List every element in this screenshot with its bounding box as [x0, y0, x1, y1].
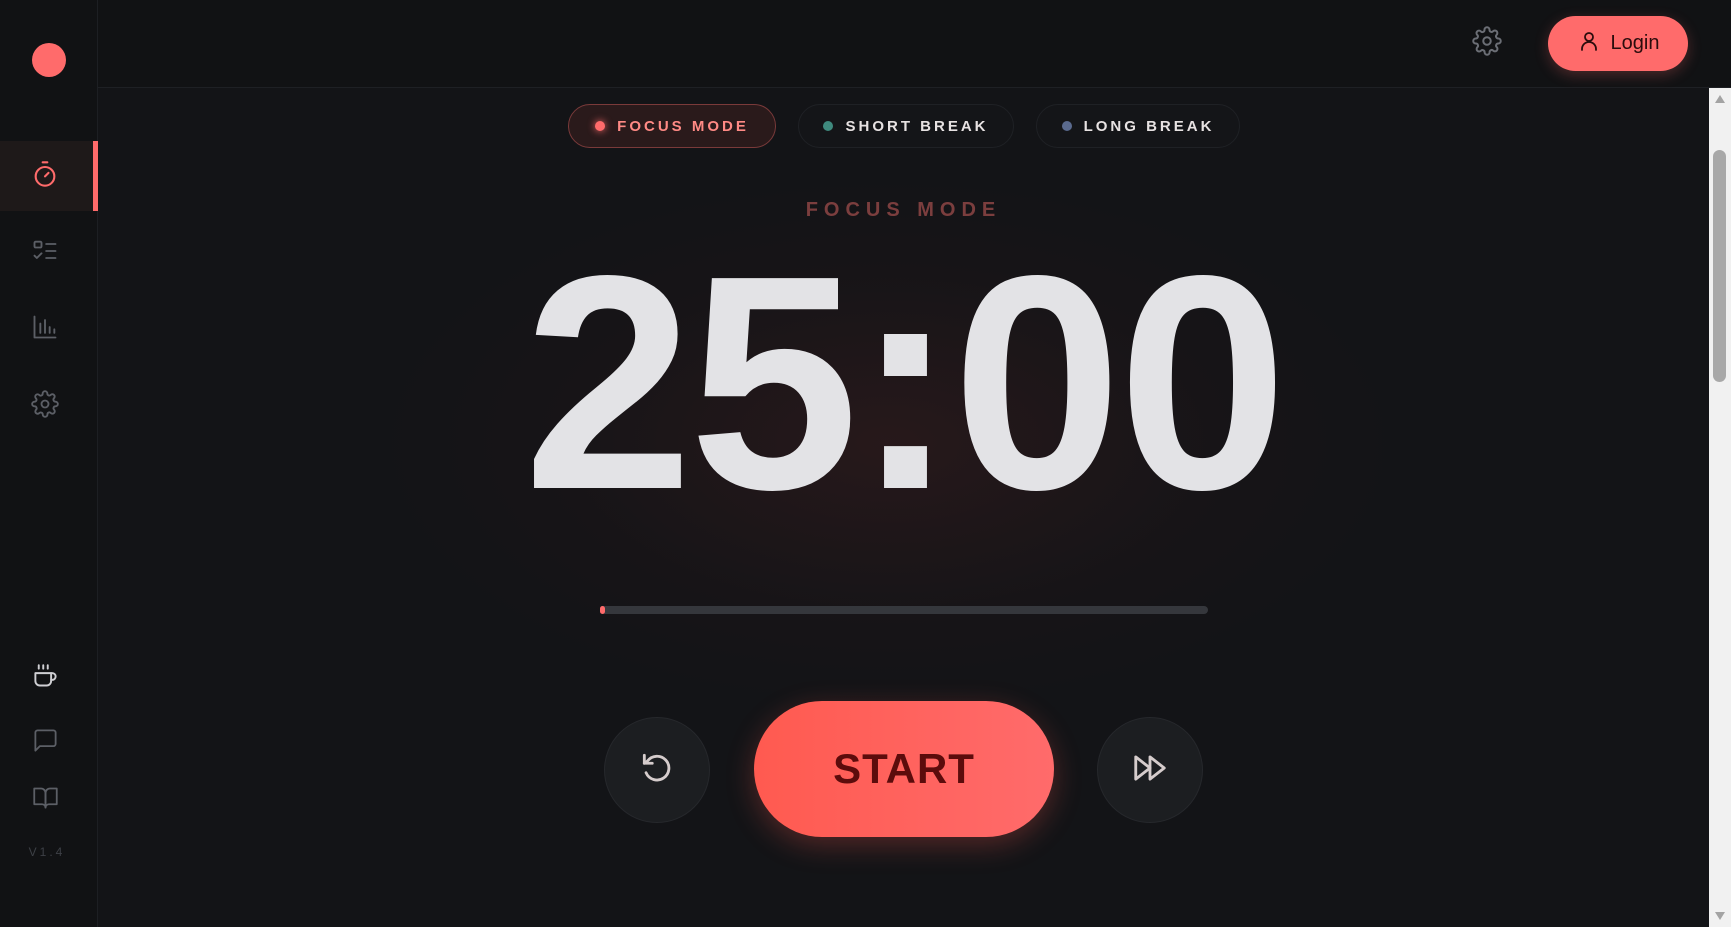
sidebar-item-tasks[interactable] [0, 218, 98, 288]
chat-bubble-icon [32, 727, 59, 759]
bar-chart-icon [31, 313, 59, 346]
sidebar-feedback-button[interactable] [0, 720, 98, 766]
tab-short-break[interactable]: SHORT BREAK [798, 104, 1014, 148]
top-header: Login [98, 0, 1731, 88]
sidebar-item-stats[interactable] [0, 294, 98, 364]
coffee-cup-icon [32, 663, 59, 695]
login-button[interactable]: Login [1548, 16, 1688, 71]
gear-icon [31, 389, 59, 423]
sidebar: V1.4 [0, 0, 98, 927]
reset-button[interactable] [604, 717, 710, 823]
book-icon [32, 784, 59, 816]
app: V1.4 Login FOCUS MODE SHORT BREAK LONG B… [0, 0, 1731, 927]
stopwatch-icon [31, 160, 59, 193]
long-break-dot [1061, 121, 1072, 131]
gear-icon [1472, 26, 1502, 60]
timer-progress-bar [600, 606, 1208, 614]
scroll-up-arrow[interactable] [1715, 95, 1725, 103]
version-label: V1.4 [28, 845, 66, 859]
timer-main: FOCUS MODE SHORT BREAK LONG BREAK FOCUS … [98, 88, 1709, 927]
reset-icon [638, 749, 676, 792]
tab-focus-mode[interactable]: FOCUS MODE [568, 104, 776, 148]
start-button[interactable]: START [754, 701, 1054, 837]
user-icon [1577, 29, 1601, 59]
tab-label: SHORT BREAK [845, 117, 989, 135]
app-logo[interactable] [32, 43, 66, 77]
scroll-down-arrow[interactable] [1715, 912, 1725, 920]
short-break-dot [823, 121, 834, 131]
mode-tabs: FOCUS MODE SHORT BREAK LONG BREAK [98, 104, 1709, 148]
login-label: Login [1610, 32, 1660, 54]
timer-progress-fill [600, 606, 606, 614]
sidebar-item-timer[interactable] [0, 141, 98, 211]
checklist-icon [31, 237, 59, 270]
tab-long-break[interactable]: LONG BREAK [1036, 104, 1240, 148]
focus-dot [595, 121, 606, 131]
sidebar-docs-button[interactable] [0, 777, 98, 823]
page-scrollbar[interactable] [1709, 88, 1731, 927]
skip-forward-icon [1131, 749, 1169, 792]
header-settings-button[interactable] [1472, 26, 1502, 56]
tab-label: FOCUS MODE [617, 117, 749, 135]
timer-display: 25:00 [523, 212, 1287, 553]
sidebar-item-settings[interactable] [0, 371, 98, 441]
scroll-thumb[interactable] [1713, 150, 1726, 382]
tab-label: LONG BREAK [1083, 117, 1215, 135]
skip-button[interactable] [1097, 717, 1203, 823]
sidebar-support-button[interactable] [0, 656, 98, 702]
